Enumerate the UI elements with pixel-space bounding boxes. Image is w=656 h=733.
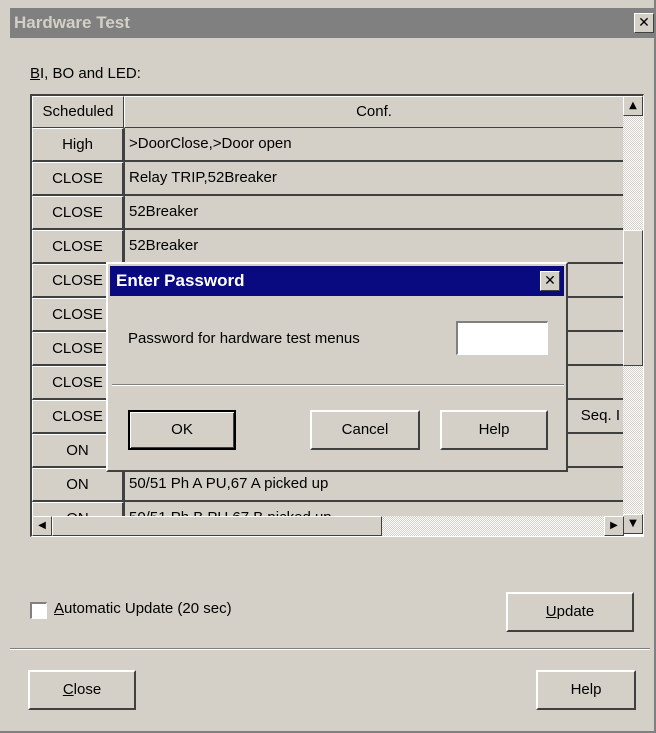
window-titlebar: Hardware Test ✕: [10, 8, 656, 38]
close-button[interactable]: Close: [28, 670, 136, 710]
enter-password-dialog: Enter Password ✕ Password for hardware t…: [106, 262, 568, 472]
horizontal-scroll-thumb[interactable]: [52, 516, 382, 536]
divider: [10, 648, 650, 650]
scroll-up-button[interactable]: ▲: [623, 96, 643, 116]
row-status-button[interactable]: CLOSE: [32, 196, 124, 230]
row-status-button[interactable]: ON: [32, 468, 124, 502]
automatic-update-checkbox[interactable]: [30, 602, 47, 619]
update-button[interactable]: Update: [506, 592, 634, 632]
row-conf-cell: Relay TRIP,52Breaker: [124, 162, 624, 196]
section-label: BI, BO and LED:: [30, 65, 141, 82]
horizontal-scrollbar[interactable]: ◀ ▶: [32, 516, 624, 536]
row-conf-cell: 50/51 Ph A PU,67 A picked up: [124, 468, 624, 502]
ok-button[interactable]: OK: [128, 410, 236, 450]
automatic-update-label: Automatic Update (20 sec): [54, 600, 232, 617]
column-header-conf[interactable]: Conf.: [124, 96, 624, 128]
dialog-help-button[interactable]: Help: [440, 410, 548, 450]
row-status-button[interactable]: CLOSE: [32, 230, 124, 264]
vertical-scrollbar[interactable]: ▲ ▼: [623, 96, 643, 534]
table-row: ON 50/51 Ph A PU,67 A picked up: [32, 468, 624, 502]
row-conf-cell: 52Breaker: [124, 196, 624, 230]
row-status-button[interactable]: CLOSE: [32, 162, 124, 196]
scroll-right-button[interactable]: ▶: [604, 516, 624, 536]
help-button[interactable]: Help: [536, 670, 636, 710]
row-status-button[interactable]: High: [32, 128, 124, 162]
vertical-scroll-thumb[interactable]: [623, 230, 643, 366]
table-row: High >DoorClose,>Door open: [32, 128, 624, 162]
scroll-down-button[interactable]: ▼: [623, 514, 643, 534]
password-prompt: Password for hardware test menus: [128, 330, 360, 347]
window-close-button[interactable]: ✕: [634, 13, 654, 33]
scroll-left-button[interactable]: ◀: [32, 516, 52, 536]
dialog-title: Enter Password: [116, 271, 245, 290]
password-input[interactable]: [456, 321, 548, 355]
window-title: Hardware Test: [14, 13, 130, 32]
row-conf-cell: >DoorClose,>Door open: [124, 128, 624, 162]
dialog-divider: [112, 384, 564, 386]
row-conf-cell: 52Breaker: [124, 230, 624, 264]
cancel-button[interactable]: Cancel: [310, 410, 420, 450]
dialog-titlebar: Enter Password ✕: [110, 266, 564, 296]
table-row: CLOSE 52Breaker: [32, 230, 624, 264]
dialog-close-button[interactable]: ✕: [540, 271, 560, 291]
table-row: CLOSE 52Breaker: [32, 196, 624, 230]
column-header-scheduled[interactable]: Scheduled: [32, 96, 124, 128]
table-header: Scheduled Conf.: [32, 96, 624, 128]
table-row: CLOSE Relay TRIP,52Breaker: [32, 162, 624, 196]
